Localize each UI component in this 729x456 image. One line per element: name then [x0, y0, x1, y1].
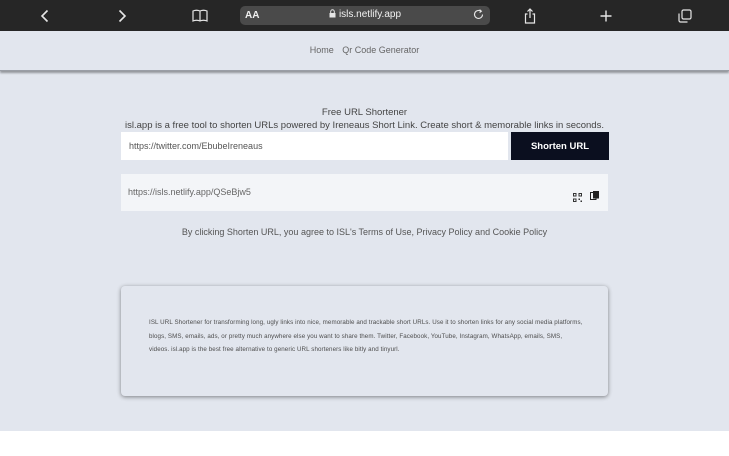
page-bottom: [0, 431, 729, 456]
new-tab-icon[interactable]: [591, 0, 621, 31]
tabs-icon[interactable]: [670, 0, 700, 31]
share-icon[interactable]: [515, 0, 545, 31]
hero-title: Free URL Shortener: [321, 107, 408, 118]
nav-qr-link[interactable]: Qr Code Generator: [342, 45, 419, 55]
short-url-result: https://isls.netlify.app/QSeBjw5: [121, 174, 608, 211]
hero-subtitle: isl.app is a free tool to shorten URLs p…: [125, 120, 604, 131]
terms-notice: By clicking Shorten URL, you agree to IS…: [181, 227, 548, 237]
long-url-input[interactable]: [121, 132, 508, 160]
reload-icon[interactable]: [472, 8, 485, 26]
bookmarks-icon[interactable]: [185, 0, 215, 31]
lock-icon: [329, 9, 336, 21]
site-nav: Home Qr Code Generator: [0, 31, 729, 71]
page-body: Home Qr Code Generator Free URL Shortene…: [0, 31, 729, 431]
qr-code-icon[interactable]: [573, 189, 582, 207]
copy-icon[interactable]: [590, 188, 599, 206]
back-icon[interactable]: [30, 0, 60, 31]
address-text: isls.netlify.app: [338, 9, 402, 20]
nav-home-link[interactable]: Home: [310, 45, 334, 55]
short-url-text[interactable]: https://isls.netlify.app/QSeBjw5: [128, 187, 251, 197]
address-bar[interactable]: AA isls.netlify.app: [240, 6, 490, 25]
about-text: ISL URL Shortener for transforming long,…: [149, 319, 583, 354]
shorten-url-button[interactable]: Shorten URL: [511, 132, 609, 160]
about-card: ISL URL Shortener for transforming long,…: [121, 286, 608, 396]
browser-toolbar: AA isls.netlify.app: [0, 0, 729, 31]
forward-icon[interactable]: [107, 0, 137, 31]
